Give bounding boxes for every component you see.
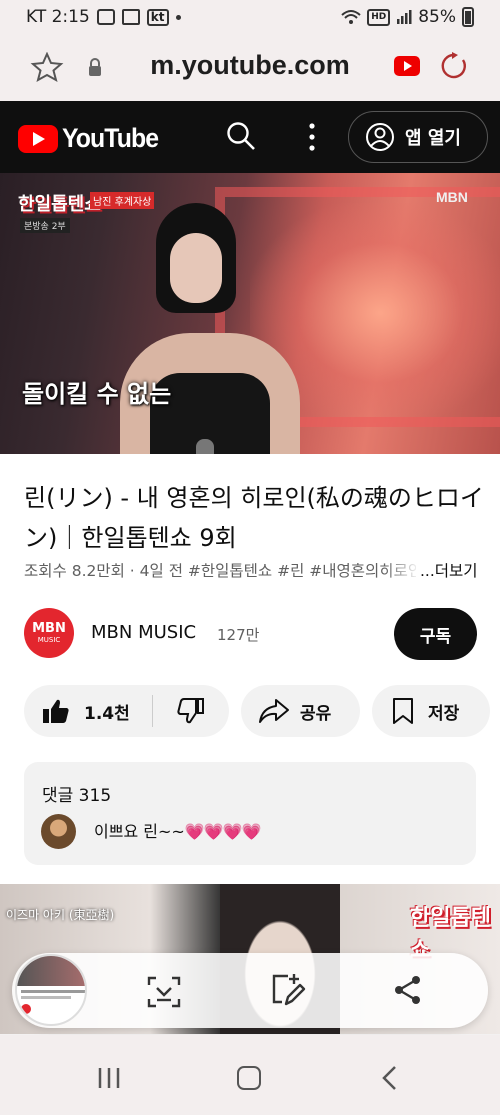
kt-notification-icon: kt xyxy=(146,8,169,26)
youtube-logo-text: YouTube xyxy=(62,123,159,153)
avatar-text-bottom: MUSIC xyxy=(37,636,61,644)
battery-percent: 85% xyxy=(418,7,456,27)
browser-url-bar: m.youtube.com xyxy=(0,34,500,101)
save-label: 저장 xyxy=(428,703,460,724)
scan-icon[interactable] xyxy=(147,975,181,1009)
more-vert-icon[interactable] xyxy=(305,121,319,153)
youtube-icon[interactable] xyxy=(394,56,420,76)
edit-notification-icon xyxy=(121,9,140,25)
recent-apps-icon[interactable] xyxy=(97,1067,121,1089)
signal-icon xyxy=(397,10,412,24)
show-sub: 본방송 2부 xyxy=(20,218,70,233)
avatar-text-top: MBN xyxy=(32,621,66,636)
search-icon[interactable] xyxy=(226,121,256,151)
url-text[interactable]: m.youtube.com xyxy=(0,50,500,81)
tab-preview-line xyxy=(21,990,85,993)
share-network-icon[interactable] xyxy=(393,975,423,1005)
account-icon xyxy=(366,123,394,151)
more-notifications-icon xyxy=(175,14,181,20)
android-nav-bar xyxy=(0,1035,500,1115)
comments-section[interactable]: 댓글 315 이쁘요 린~~💗💗💗💗 xyxy=(24,762,476,865)
youtube-logo-icon xyxy=(18,124,58,153)
share-label: 공유 xyxy=(300,703,332,724)
thumbs-down-icon xyxy=(177,698,204,724)
like-dislike-group: 1.4천 xyxy=(24,685,229,737)
youtube-header: YouTube 앱 열기 xyxy=(0,101,500,173)
channel-avatar[interactable]: MBN MUSIC xyxy=(24,608,74,658)
wifi-icon xyxy=(341,10,361,24)
hd-voice-icon: HD xyxy=(367,8,391,26)
tab-preview-avatar xyxy=(21,1004,31,1014)
like-button[interactable]: 1.4천 xyxy=(24,685,152,737)
tab-preview-thumbnail[interactable] xyxy=(15,954,87,1026)
status-time: KT 2:15 xyxy=(26,7,90,27)
share-icon xyxy=(259,699,289,723)
singer-face xyxy=(170,233,222,303)
top-comment-emoji: 💗💗💗💗 xyxy=(184,822,262,841)
like-count: 1.4천 xyxy=(84,703,130,724)
video-meta[interactable]: 조회수 8.2만회 · 4일 전 #한일톱텐쇼 #린 #내영혼의히로인 ...더… xyxy=(24,559,494,581)
show-tag: 남진 후계자상 xyxy=(90,192,155,209)
open-app-button[interactable]: 앱 열기 xyxy=(348,111,488,163)
dislike-button[interactable] xyxy=(153,685,229,737)
edit-icon[interactable] xyxy=(268,972,306,1010)
broadcaster-watermark: MBN xyxy=(436,189,468,205)
comments-header: 댓글 315 xyxy=(42,786,112,806)
reload-icon[interactable] xyxy=(439,51,469,81)
save-button[interactable]: 저장 xyxy=(372,685,490,737)
meta-fade xyxy=(384,559,420,581)
next-video-label: 이즈마 아키 (東亞樹) xyxy=(6,908,115,922)
subscribe-button[interactable]: 구독 xyxy=(394,608,477,660)
commenter-avatar xyxy=(41,814,76,849)
microphone xyxy=(196,439,214,454)
video-subtitle: 돌이킬 수 없는 xyxy=(22,380,172,408)
subscriber-count: 127만 xyxy=(217,626,260,644)
more-button[interactable]: ...더보기 xyxy=(416,559,478,581)
show-logo: 한일톱텐쇼 xyxy=(18,194,101,215)
battery-icon xyxy=(462,7,474,27)
tab-preview-line xyxy=(21,996,71,999)
gallery-notification-icon xyxy=(96,9,115,25)
open-app-label: 앱 열기 xyxy=(405,128,461,149)
share-button[interactable]: 공유 xyxy=(241,685,360,737)
status-bar: KT 2:15 kt HD 85% xyxy=(0,0,500,34)
video-title[interactable]: 린(リン) - 내 영혼의 히로인(私の魂のヒロイン)｜한일톱텐쇼 9회 xyxy=(24,478,484,558)
bookmark-icon xyxy=(393,698,413,724)
youtube-logo[interactable]: YouTube xyxy=(18,123,166,154)
home-icon[interactable] xyxy=(237,1066,261,1090)
thumbs-up-icon xyxy=(43,699,69,723)
tab-preview-image xyxy=(17,956,85,986)
video-meta-text: 조회수 8.2만회 · 4일 전 #한일톱텐쇼 #린 #내영혼의히로인 xyxy=(24,562,423,580)
top-comment: 이쁘요 린~~💗💗💗💗 xyxy=(94,818,262,842)
back-icon[interactable] xyxy=(380,1065,400,1091)
top-comment-text: 이쁘요 린~~ xyxy=(94,822,185,841)
channel-name[interactable]: MBN MUSIC xyxy=(91,622,196,643)
